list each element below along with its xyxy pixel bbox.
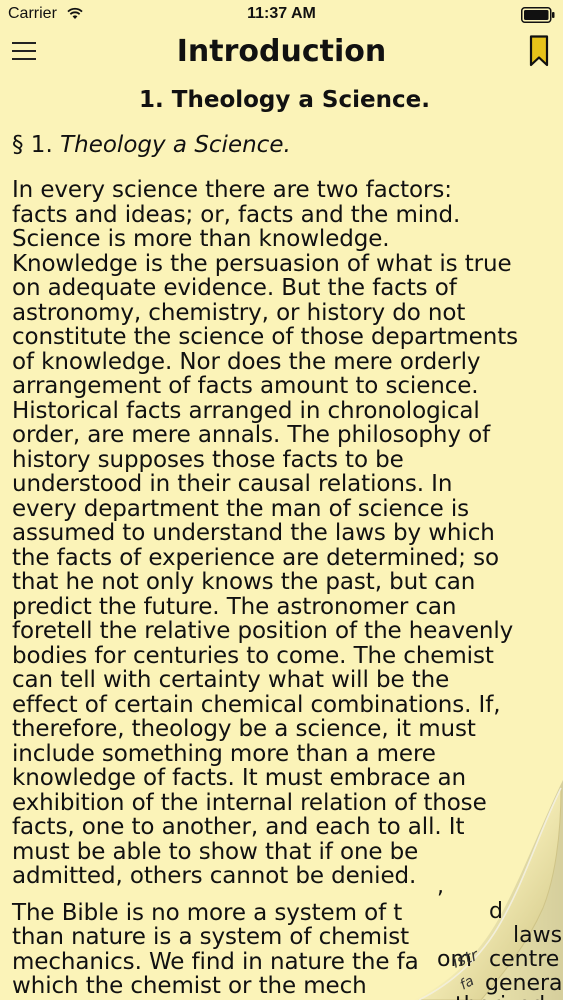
text-line: bodies for centuries to come. The chemis…: [12, 642, 494, 669]
text-line: of knowledge. Nor does the mere orderly: [12, 348, 481, 375]
text-line: Knowledge is the persuasion of what is t…: [12, 250, 512, 277]
text-line: that he not only knows the past, but can: [12, 569, 476, 595]
text-line: Historical facts arranged in chronologic…: [12, 397, 480, 424]
reading-content[interactable]: 1. Theology a Science. § 1. Theology a S…: [12, 84, 557, 999]
text-line: arrangement of facts amount to science.: [12, 373, 479, 399]
body-paragraph-2: The Bible is no more a system of t than n…: [12, 899, 557, 999]
text-line: assumed to understand the laws by which: [12, 520, 495, 546]
text-line: therefore, theology be a science, it mus…: [12, 716, 476, 742]
text-line: foretell the relative position of the he…: [12, 618, 514, 644]
text-line: on adequate evidence. But the facts of: [12, 275, 457, 301]
section-heading: 1. Theology a Science.: [139, 87, 430, 113]
text-line: than nature is a system of chemist: [12, 924, 410, 950]
text-line: mechanics. We find in nature the fa: [12, 948, 419, 975]
text-line: exhibition of the internal relation of t…: [12, 789, 487, 816]
status-time: 11:37 AM: [247, 5, 316, 22]
text-line: every department the man of science is: [12, 495, 470, 522]
text-line: facts and ideas; or, facts and the mind.: [12, 201, 461, 228]
text-line: knowledge of facts. It must embrace an: [12, 765, 467, 791]
paragraph-heading: § 1. Theology a Science.: [12, 130, 557, 160]
nav-bar: Introduction: [0, 30, 563, 80]
text-line: The Bible is no more a system of t: [12, 899, 403, 926]
page-title: Introduction: [176, 34, 387, 69]
text-line: facts, one to another, and each to all. …: [12, 814, 465, 840]
text-line: admitted, others cannot be denied.: [12, 863, 417, 889]
text-line: astronomy, chemistry, or history do not: [12, 299, 466, 326]
text-line: In every science there are two factors:: [12, 177, 452, 203]
text-line: which the chemist or the mech: [12, 973, 367, 999]
text-line: constitute the science of those departme…: [12, 324, 519, 350]
paragraph-title: Theology a Science.: [60, 132, 291, 158]
status-bar: Carrier 11:37 AM: [0, 0, 563, 30]
text-line: understood in their causal relations. In: [12, 471, 453, 497]
text-line: predict the future. The astronomer can: [12, 593, 457, 620]
text-line: Science is more than knowledge.: [12, 226, 390, 252]
text-line: history supposes those facts to be: [12, 446, 404, 473]
text-line: effect of certain chemical combinations.…: [12, 691, 501, 718]
text-line: order, are mere annals. The philosophy o…: [12, 422, 491, 448]
text-line: include something more than a mere: [12, 740, 436, 767]
text-line: must be able to show that if one be: [12, 838, 419, 865]
text-line: the facts of experience are determined; …: [12, 544, 499, 571]
battery-icon: [521, 7, 555, 23]
paragraph-mark: § 1.: [12, 132, 53, 158]
text-line: can tell with certainty what will be the: [12, 667, 450, 693]
body-paragraph-1: In every science there are two factors: f…: [12, 178, 557, 889]
bookmark-icon[interactable]: [529, 35, 549, 67]
